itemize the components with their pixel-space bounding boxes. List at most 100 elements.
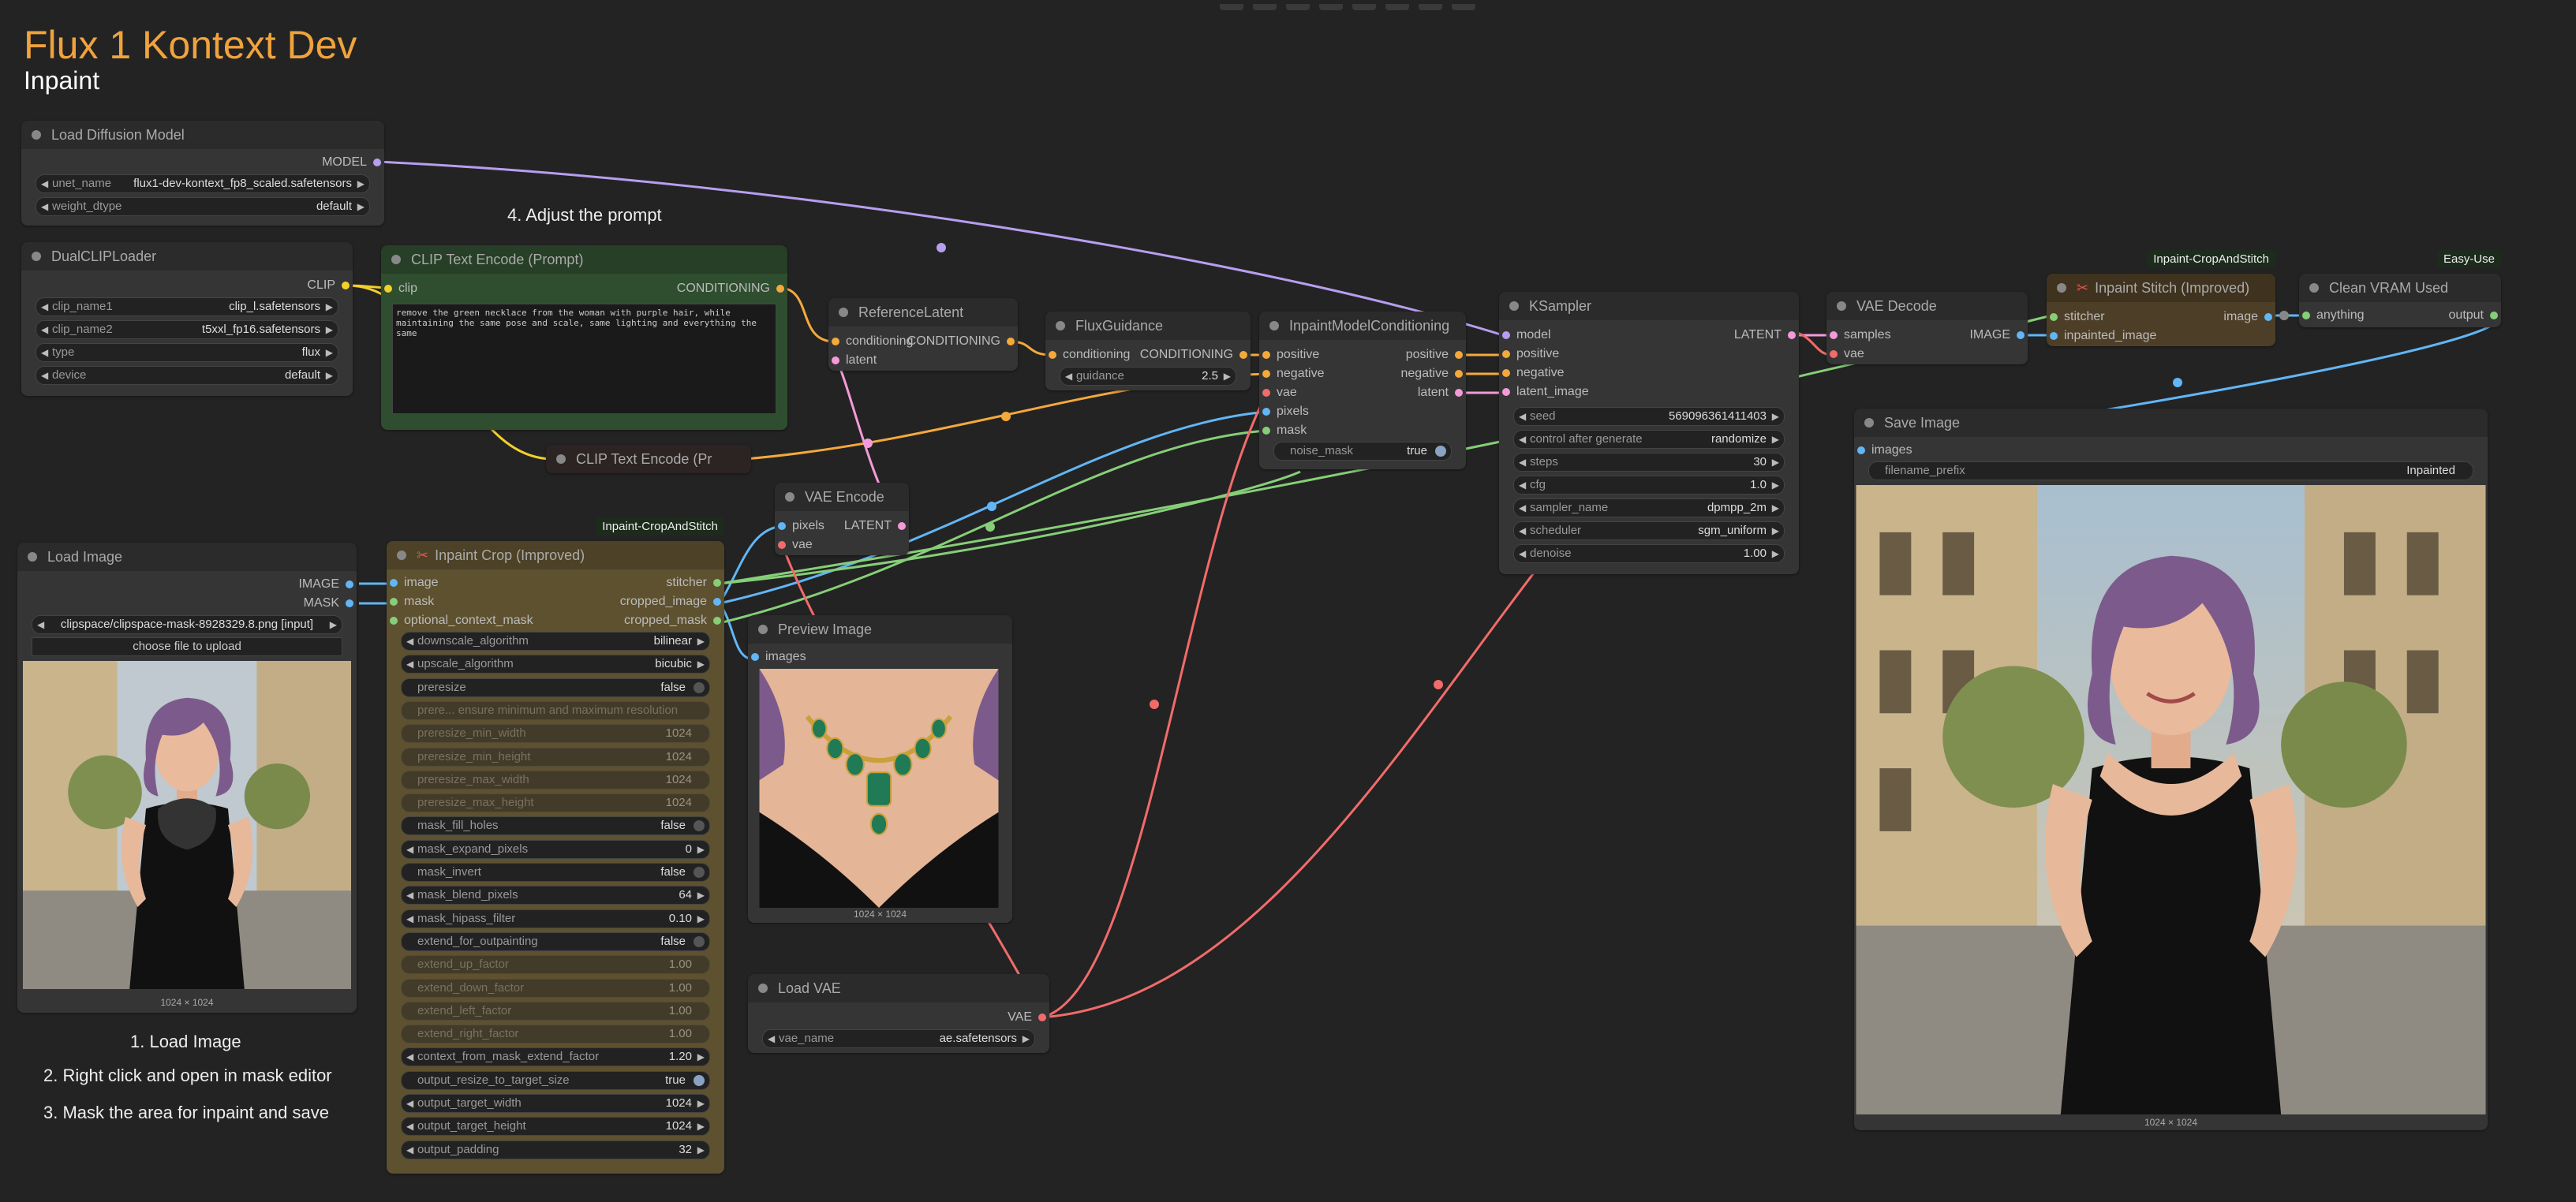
port-dot-icon[interactable] xyxy=(390,579,398,587)
arrow-left-icon[interactable]: ◀ xyxy=(1519,499,1526,517)
filename-prefix-widget[interactable]: filename_prefix Inpainted xyxy=(1868,461,2473,480)
port-dot-icon[interactable] xyxy=(2264,313,2272,321)
ksampler-widget-steps[interactable]: ◀ steps 30 ▶ xyxy=(1513,453,1785,472)
arrow-left-icon[interactable]: ◀ xyxy=(406,1095,413,1112)
port-dot-icon[interactable] xyxy=(713,579,721,587)
collapse-dot-icon[interactable] xyxy=(1509,301,1519,311)
collapse-dot-icon[interactable] xyxy=(32,130,41,140)
port-dot-icon[interactable] xyxy=(832,356,839,364)
clip-name1-widget[interactable]: ◀ clip_name1 clip_l.safetensors ▶ xyxy=(36,297,338,316)
input-images[interactable]: images xyxy=(1854,443,1912,457)
input-conditioning[interactable]: conditioning xyxy=(1045,348,1130,362)
arrow-right-icon[interactable]: ▶ xyxy=(1772,454,1779,471)
collapse-dot-icon[interactable] xyxy=(397,551,406,560)
arrow-left-icon[interactable]: ◀ xyxy=(41,367,48,384)
arrow-left-icon[interactable]: ◀ xyxy=(1065,368,1072,385)
arrow-left-icon[interactable]: ◀ xyxy=(1519,431,1526,448)
port-dot-icon[interactable] xyxy=(1007,338,1015,345)
arrow-left-icon[interactable]: ◀ xyxy=(406,1118,413,1135)
collapse-dot-icon[interactable] xyxy=(1837,301,1846,311)
node-header[interactable]: Load VAE xyxy=(748,974,1049,1002)
arrow-right-icon[interactable]: ▶ xyxy=(697,655,705,673)
arrow-left-icon[interactable]: ◀ xyxy=(406,633,413,650)
collapse-dot-icon[interactable] xyxy=(758,625,768,634)
port-dot-icon[interactable] xyxy=(1502,331,1510,339)
clip-name2-widget[interactable]: ◀ clip_name2 t5xxl_fp16.safetensors ▶ xyxy=(36,320,338,339)
vae-name-widget[interactable]: ◀ vae_name ae.safetensors ▶ xyxy=(762,1029,1035,1048)
node-header[interactable]: VAE Encode xyxy=(775,483,909,511)
clip-text-encode-prompt-node[interactable]: CLIP Text Encode (Prompt) clip CONDITION… xyxy=(381,245,787,430)
crop-widget-mask-fill-holes[interactable]: mask_fill_holes false xyxy=(401,816,710,836)
collapse-dot-icon[interactable] xyxy=(556,454,566,464)
output-stitcher[interactable]: stitcher xyxy=(666,576,724,590)
crop-widget-preresize[interactable]: preresize false xyxy=(401,678,710,697)
collapse-dot-icon[interactable] xyxy=(391,255,401,264)
input-vae[interactable]: vae xyxy=(1259,386,1297,400)
load-diffusion-model-node[interactable]: Load Diffusion Model MODEL ◀ unet_name flu… xyxy=(21,121,384,226)
toggle-knob-icon[interactable] xyxy=(694,867,705,878)
input-samples[interactable]: samples xyxy=(1826,328,1891,342)
crop-widget-mask-invert[interactable]: mask_invert false xyxy=(401,863,710,882)
arrow-left-icon[interactable]: ◀ xyxy=(406,1048,413,1066)
port-dot-icon[interactable] xyxy=(2050,332,2058,340)
toggle-knob-icon[interactable] xyxy=(1435,446,1446,457)
arrow-right-icon[interactable]: ▶ xyxy=(326,344,333,361)
weight-dtype-widget[interactable]: ◀ weight_dtype default ▶ xyxy=(36,197,370,216)
output-model[interactable]: MODEL xyxy=(322,155,384,170)
port-dot-icon[interactable] xyxy=(832,338,839,345)
input-optional-context-mask[interactable]: optional_context_mask xyxy=(387,614,533,628)
ksampler-widget-cfg[interactable]: ◀ cfg 1.0 ▶ xyxy=(1513,476,1785,495)
node-header[interactable]: Load Image xyxy=(17,543,357,571)
crop-widget-output-target-height[interactable]: ◀ output_target_height 1024 ▶ xyxy=(401,1117,710,1137)
dual-clip-loader-node[interactable]: DualCLIPLoader CLIP ◀ clip_name1 clip_l.sa… xyxy=(21,242,353,396)
output-image[interactable]: image xyxy=(2223,310,2275,324)
arrow-right-icon[interactable]: ▶ xyxy=(697,887,705,904)
arrow-left-icon[interactable]: ◀ xyxy=(41,175,48,192)
port-dot-icon[interactable] xyxy=(751,653,759,661)
inpaint-stitch-node[interactable]: Inpaint-CropAndStitch ✂ Inpaint Stitch (I… xyxy=(2047,250,2275,346)
port-dot-icon[interactable] xyxy=(1262,351,1270,359)
arrow-left-icon[interactable]: ◀ xyxy=(1519,522,1526,539)
ksampler-widget-denoise[interactable]: ◀ denoise 1.00 ▶ xyxy=(1513,544,1785,563)
ksampler-widget-sampler-name[interactable]: ◀ sampler_name dpmpp_2m ▶ xyxy=(1513,498,1785,517)
toggle-knob-icon[interactable] xyxy=(694,935,705,947)
node-header[interactable]: InpaintModelConditioning xyxy=(1259,312,1466,340)
crop-widget-upscale-algorithm[interactable]: ◀ upscale_algorithm bicubic ▶ xyxy=(401,655,710,674)
port-dot-icon[interactable] xyxy=(778,522,786,530)
port-dot-icon[interactable] xyxy=(1502,350,1510,358)
port-dot-icon[interactable] xyxy=(1502,369,1510,377)
arrow-left-icon[interactable]: ◀ xyxy=(41,344,48,361)
input-positive[interactable]: positive xyxy=(1499,347,1559,361)
crop-widget-extend-for-outpainting[interactable]: extend_for_outpainting false xyxy=(401,931,710,951)
input-pixels[interactable]: pixels xyxy=(1259,405,1309,419)
arrow-left-icon[interactable]: ◀ xyxy=(41,198,48,215)
input-latent[interactable]: latent xyxy=(828,353,877,368)
arrow-right-icon[interactable]: ▶ xyxy=(697,633,705,650)
collapse-dot-icon[interactable] xyxy=(758,984,768,993)
upload-button[interactable]: choose file to upload xyxy=(32,637,342,656)
port-dot-icon[interactable] xyxy=(2302,312,2310,319)
node-header[interactable]: DualCLIPLoader xyxy=(21,242,353,271)
output-cropped-image[interactable]: cropped_image xyxy=(620,595,724,609)
node-header[interactable]: ✂ Inpaint Crop (Improved) xyxy=(387,541,724,569)
collapse-dot-icon[interactable] xyxy=(1056,321,1065,330)
vae-encode-node[interactable]: VAE Encode pixels vae LATENT xyxy=(775,483,909,555)
output-cropped-mask[interactable]: cropped_mask xyxy=(624,614,724,628)
port-dot-icon[interactable] xyxy=(898,522,906,530)
toolbar-button[interactable] xyxy=(1352,4,1376,10)
port-dot-icon[interactable] xyxy=(1038,1013,1046,1021)
port-dot-icon[interactable] xyxy=(1239,351,1247,359)
output-image[interactable]: IMAGE xyxy=(298,577,357,592)
collapse-dot-icon[interactable] xyxy=(1269,321,1279,330)
toggle-knob-icon[interactable] xyxy=(694,681,705,693)
port-dot-icon[interactable] xyxy=(1262,408,1270,416)
prompt-textarea[interactable]: remove the green necklace from the woman… xyxy=(392,304,776,414)
node-header[interactable]: Save Image xyxy=(1854,409,2488,437)
arrow-left-icon[interactable]: ◀ xyxy=(37,616,44,633)
input-model[interactable]: model xyxy=(1499,328,1551,342)
port-dot-icon[interactable] xyxy=(1455,389,1463,397)
port-dot-icon[interactable] xyxy=(2490,312,2498,319)
arrow-right-icon[interactable]: ▶ xyxy=(1224,368,1231,385)
arrow-left-icon[interactable]: ◀ xyxy=(406,910,413,928)
toggle-knob-icon[interactable] xyxy=(694,1074,705,1086)
